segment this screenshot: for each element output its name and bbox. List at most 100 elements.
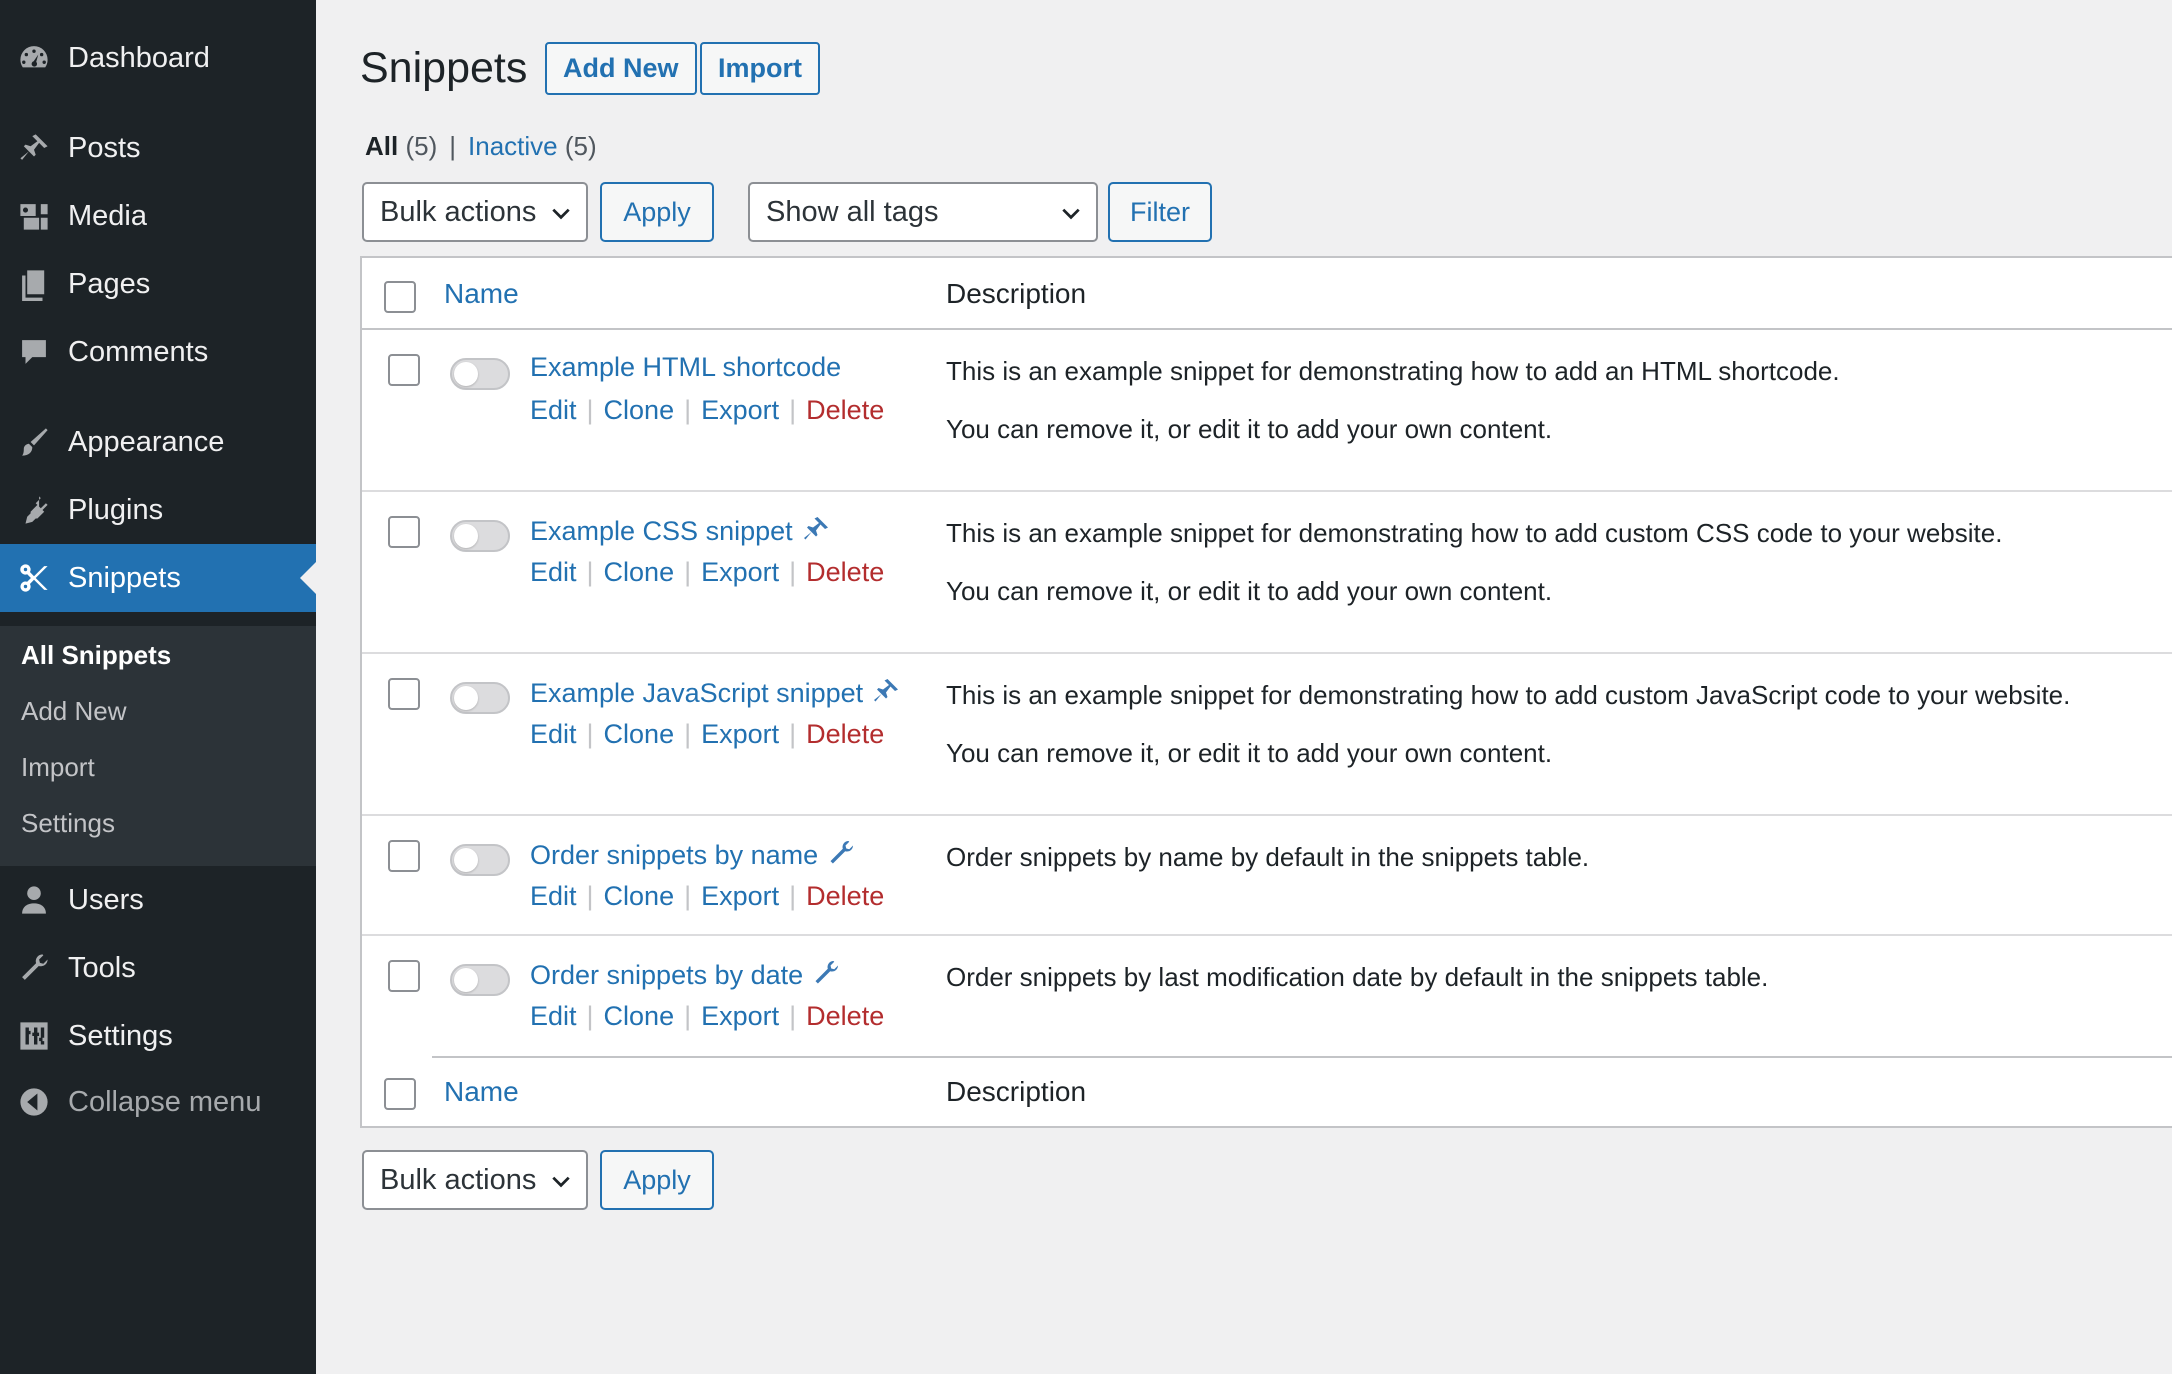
snippet-description: This is an example snippet for demonstra… (946, 680, 2071, 710)
column-name-header[interactable]: Name (444, 278, 519, 310)
snippet-name-link[interactable]: Order snippets by date (530, 958, 841, 991)
collapse-menu-button[interactable]: Collapse menu (0, 1072, 316, 1132)
export-link[interactable]: Export (701, 1001, 779, 1031)
row-checkbox[interactable] (388, 516, 420, 548)
tags-filter-select[interactable]: Show all tags (748, 182, 1098, 242)
menu-users[interactable]: Users (0, 870, 316, 930)
row-checkbox[interactable] (388, 960, 420, 992)
menu-settings[interactable]: Settings (0, 1006, 316, 1066)
column-name-footer[interactable]: Name (444, 1076, 519, 1108)
wrench-icon (811, 958, 841, 988)
snippet-description: This is an example snippet for demonstra… (946, 518, 2003, 548)
view-all-link[interactable]: All (5) (365, 131, 437, 161)
submenu-import[interactable]: Import (21, 752, 95, 783)
column-description-footer: Description (946, 1076, 1087, 1107)
submenu-add-new[interactable]: Add New (21, 696, 127, 727)
row-divider (362, 934, 2172, 936)
menu-label: Settings (68, 1019, 173, 1052)
bulk-actions-select-bottom[interactable]: Bulk actions (362, 1150, 588, 1210)
menu-appearance[interactable]: Appearance (0, 412, 316, 472)
export-link[interactable]: Export (701, 719, 779, 749)
snippet-name-link[interactable]: Example JavaScript snippet (530, 676, 901, 709)
plug-icon (0, 493, 68, 527)
menu-tools[interactable]: Tools (0, 938, 316, 998)
menu-posts[interactable]: Posts (0, 118, 316, 178)
activation-toggle[interactable] (450, 964, 510, 996)
row-divider (362, 652, 2172, 654)
snippet-description: You can remove it, or edit it to add you… (946, 738, 1553, 768)
menu-pages[interactable]: Pages (0, 254, 316, 314)
clone-link[interactable]: Clone (604, 719, 675, 749)
snippet-name-link[interactable]: Example HTML shortcode (530, 352, 841, 383)
view-inactive-link[interactable]: Inactive (5) (468, 131, 597, 161)
row-checkbox[interactable] (388, 354, 420, 386)
main-content: Snippets Add New Import All (5) | Inactive… (316, 0, 2172, 1374)
menu-plugins[interactable]: Plugins (0, 480, 316, 540)
edit-link[interactable]: Edit (530, 1001, 577, 1031)
row-checkbox[interactable] (388, 678, 420, 710)
edit-link[interactable]: Edit (530, 881, 577, 911)
footer-divider (432, 1056, 2172, 1058)
delete-link[interactable]: Delete (806, 557, 884, 587)
export-link[interactable]: Export (701, 881, 779, 911)
import-button[interactable]: Import (700, 42, 820, 95)
menu-label: Plugins (68, 493, 164, 526)
row-divider (362, 814, 2172, 816)
clone-link[interactable]: Clone (604, 881, 675, 911)
edit-link[interactable]: Edit (530, 719, 577, 749)
delete-link[interactable]: Delete (806, 881, 884, 911)
select-all-checkbox[interactable] (384, 281, 416, 313)
filter-button[interactable]: Filter (1108, 182, 1212, 242)
pages-icon (0, 267, 68, 301)
snippet-name-link[interactable]: Order snippets by name (530, 838, 856, 871)
activation-toggle[interactable] (450, 520, 510, 552)
row-actions: Edit | Clone | Export | Delete (530, 719, 885, 749)
apply-button-bottom[interactable]: Apply (600, 1150, 714, 1210)
apply-button-top[interactable]: Apply (600, 182, 714, 242)
activation-toggle[interactable] (450, 358, 510, 390)
activation-toggle[interactable] (450, 844, 510, 876)
snippet-description: Order snippets by last modification date… (946, 962, 1769, 992)
comment-icon (0, 335, 68, 369)
snippet-name-link[interactable]: Example CSS snippet (530, 514, 831, 547)
menu-dashboard[interactable]: Dashboard (0, 28, 316, 88)
select-all-checkbox-footer[interactable] (384, 1078, 416, 1110)
header-divider (362, 328, 2172, 330)
menu-label: Comments (68, 335, 209, 368)
row-actions: Edit | Clone | Export | Delete (530, 557, 885, 587)
chevron-down-icon (1062, 208, 1080, 220)
bulk-actions-value: Bulk actions (380, 195, 537, 228)
delete-link[interactable]: Delete (806, 719, 884, 749)
menu-snippets[interactable]: Snippets (0, 544, 316, 612)
snippet-description: You can remove it, or edit it to add you… (946, 414, 1553, 444)
delete-link[interactable]: Delete (806, 395, 884, 425)
menu-media[interactable]: Media (0, 186, 316, 246)
column-description-header: Description (946, 278, 1087, 309)
delete-link[interactable]: Delete (806, 1001, 884, 1031)
snippet-description: You can remove it, or edit it to add you… (946, 576, 1553, 606)
activation-toggle[interactable] (450, 682, 510, 714)
page-title: Snippets (360, 44, 528, 92)
paintbrush-icon (0, 425, 68, 459)
edit-link[interactable]: Edit (530, 395, 577, 425)
pin-icon (0, 131, 68, 165)
add-new-button[interactable]: Add New (545, 42, 697, 95)
chevron-down-icon (552, 1176, 570, 1188)
export-link[interactable]: Export (701, 557, 779, 587)
clone-link[interactable]: Clone (604, 557, 675, 587)
clone-link[interactable]: Clone (604, 395, 675, 425)
user-icon (0, 883, 68, 917)
collapse-icon (0, 1085, 68, 1119)
menu-comments[interactable]: Comments (0, 322, 316, 382)
submenu-all-snippets[interactable]: All Snippets (21, 640, 171, 671)
export-link[interactable]: Export (701, 395, 779, 425)
submenu-settings[interactable]: Settings (21, 808, 115, 839)
edit-link[interactable]: Edit (530, 557, 577, 587)
media-icon (0, 199, 68, 233)
scissors-icon (0, 561, 68, 595)
menu-label: Dashboard (68, 41, 210, 74)
clone-link[interactable]: Clone (604, 1001, 675, 1031)
bulk-actions-select-top[interactable]: Bulk actions (362, 182, 588, 242)
wrench-icon (826, 838, 856, 868)
row-checkbox[interactable] (388, 840, 420, 872)
